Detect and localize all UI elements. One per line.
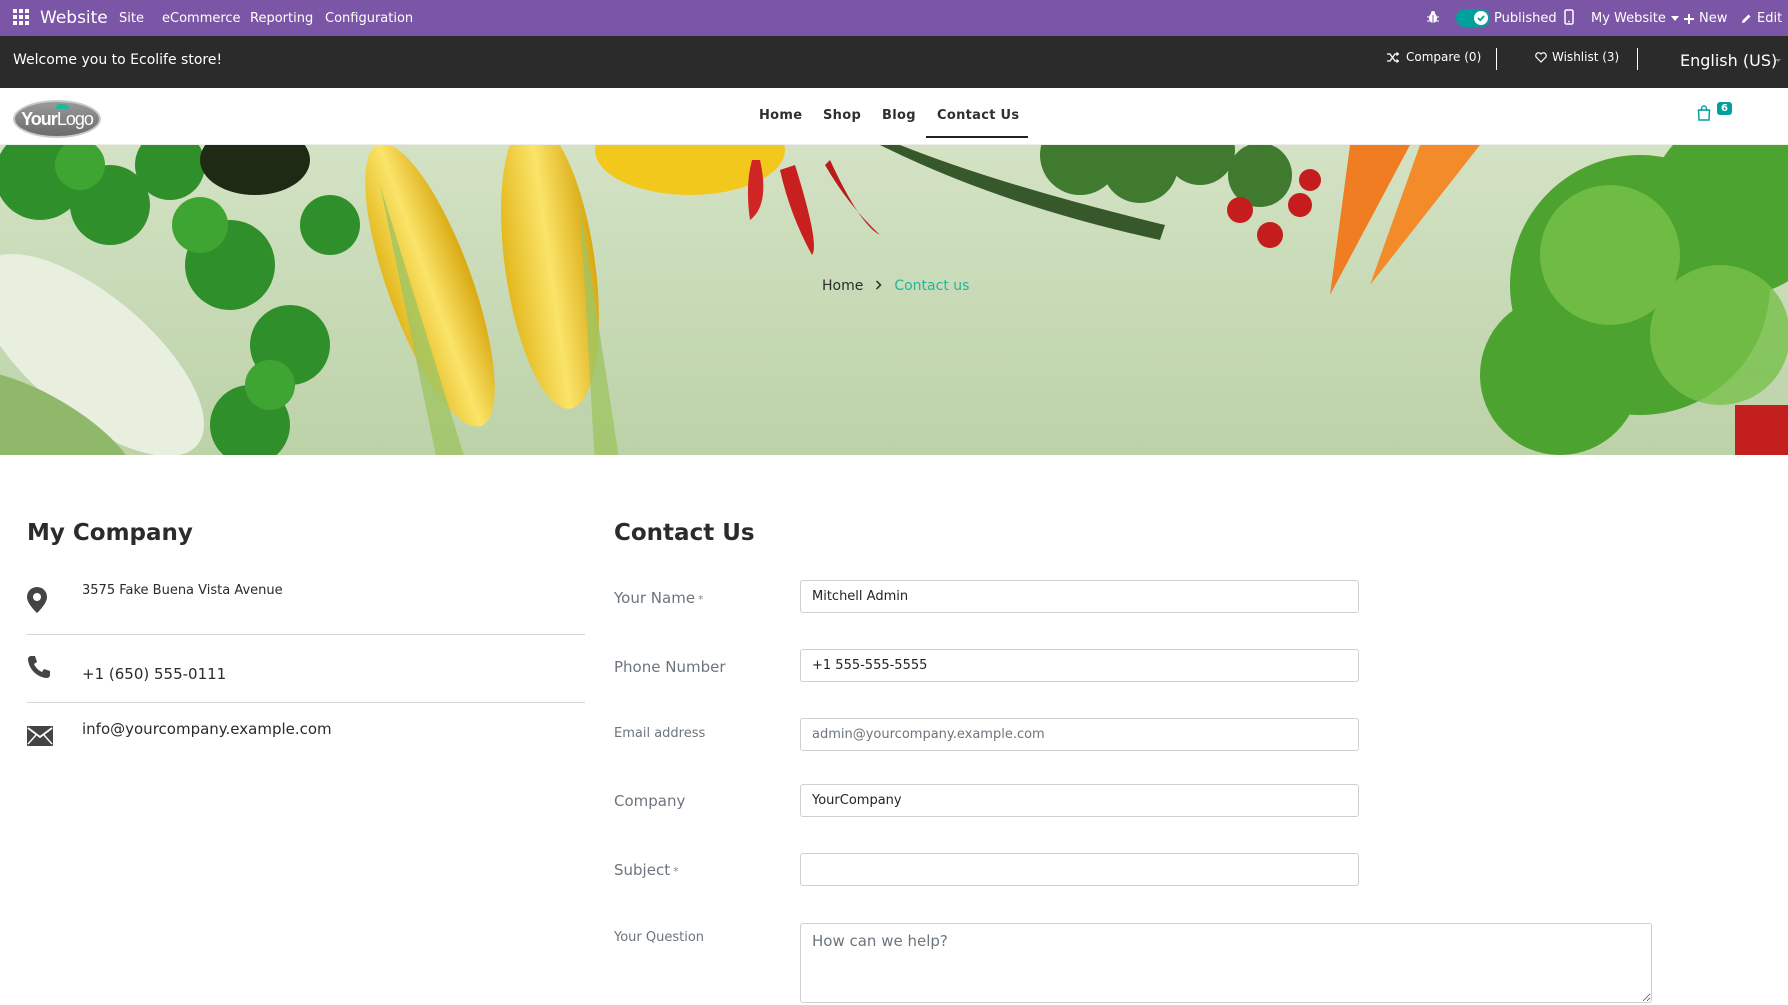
name-label-text: Your Name — [614, 589, 696, 607]
active-nav-indicator — [926, 136, 1028, 138]
phone-input[interactable] — [800, 649, 1359, 682]
company-phone-row: +1 (650) 555-0111 — [27, 655, 585, 695]
shuffle-icon — [1387, 51, 1399, 63]
email-input[interactable] — [800, 718, 1359, 751]
logo-text-bold: Your — [21, 109, 58, 129]
app-name[interactable]: Website — [40, 8, 108, 28]
subject-input[interactable] — [800, 853, 1359, 886]
menu-ecommerce[interactable]: eCommerce — [162, 11, 241, 26]
company-email[interactable]: info@yourcompany.example.com — [82, 720, 332, 738]
menu-site[interactable]: Site — [119, 11, 144, 26]
subject-label-text: Subject — [614, 861, 671, 879]
wishlist-label: Wishlist (3) — [1552, 50, 1620, 64]
wishlist-link[interactable]: Wishlist (3) — [1535, 50, 1619, 64]
map-marker-icon — [27, 587, 47, 617]
site-logo[interactable]: YourLogo — [13, 100, 101, 138]
breadcrumb-current: Contact us — [894, 278, 970, 294]
vegetables-banner-image — [0, 145, 1788, 455]
nav-item-shop[interactable]: Shop — [823, 108, 861, 123]
apps-grid-icon[interactable] — [13, 9, 29, 25]
compare-label: Compare (0) — [1406, 50, 1482, 64]
publish-toggle[interactable] — [1456, 9, 1490, 27]
breadcrumb-home[interactable]: Home — [822, 278, 863, 294]
bug-icon[interactable] — [1427, 10, 1439, 24]
question-label: Your Question — [614, 930, 705, 945]
company-label: Company — [614, 792, 686, 810]
mobile-preview-icon[interactable] — [1564, 9, 1574, 25]
published-label[interactable]: Published — [1494, 11, 1557, 26]
odoo-admin-bar: Website Site eCommerce Reporting Configu… — [0, 0, 1788, 36]
company-input[interactable] — [800, 784, 1359, 817]
pencil-icon — [1742, 14, 1751, 23]
cart-count-badge: 6 — [1717, 102, 1732, 115]
top-header: Welcome you to Ecolife store! Compare (0… — [0, 36, 1788, 88]
subject-label: Subject * — [614, 861, 679, 879]
divider — [27, 634, 585, 635]
new-button[interactable]: New — [1684, 11, 1727, 26]
edit-label: Edit — [1757, 11, 1783, 26]
company-title: My Company — [27, 520, 193, 546]
welcome-message: Welcome you to Ecolife store! — [13, 52, 223, 68]
email-label: Email address — [614, 726, 706, 741]
phone-label: Phone Number — [614, 658, 726, 676]
caret-down-icon — [1670, 16, 1679, 21]
company-phone[interactable]: +1 (650) 555-0111 — [82, 665, 226, 683]
required-marker: * — [673, 865, 679, 878]
nav-item-home[interactable]: Home — [759, 108, 802, 123]
language-selector[interactable]: English (US) — [1680, 51, 1777, 70]
menu-configuration[interactable]: Configuration — [325, 11, 413, 26]
main-navbar: YourLogo Home Shop Blog Contact Us 6 — [0, 88, 1788, 145]
nav-item-contact-us[interactable]: Contact Us — [937, 108, 1019, 123]
caret-down-icon[interactable] — [1775, 59, 1781, 62]
required-marker: * — [698, 593, 704, 606]
phone-icon — [27, 655, 51, 683]
question-textarea[interactable] — [800, 923, 1652, 1003]
website-switcher[interactable]: My Website — [1591, 11, 1679, 26]
cart-icon[interactable] — [1697, 105, 1711, 125]
company-email-row: info@yourcompany.example.com — [27, 720, 585, 760]
hero-banner: Home Contact us — [0, 145, 1788, 455]
edit-button[interactable]: Edit — [1741, 11, 1782, 26]
menu-reporting[interactable]: Reporting — [250, 11, 313, 26]
plus-icon — [1684, 13, 1694, 24]
envelope-icon — [27, 726, 53, 750]
chevron-right-icon — [875, 279, 882, 294]
header-divider — [1496, 48, 1497, 70]
website-switcher-label: My Website — [1591, 11, 1666, 26]
nav-item-blog[interactable]: Blog — [882, 108, 916, 123]
company-address-row: 3575 Fake Buena Vista Avenue — [27, 583, 585, 623]
header-divider — [1637, 48, 1638, 70]
contact-form-title: Contact Us — [614, 520, 755, 546]
compare-link[interactable]: Compare (0) — [1387, 50, 1481, 64]
name-input[interactable] — [800, 580, 1359, 613]
breadcrumb: Home Contact us — [822, 278, 969, 294]
divider — [27, 702, 585, 703]
company-address: 3575 Fake Buena Vista Avenue — [82, 583, 283, 598]
logo-text-thin: Logo — [56, 109, 94, 129]
new-label: New — [1699, 11, 1728, 26]
name-label: Your Name * — [614, 589, 704, 607]
heart-icon — [1535, 51, 1547, 63]
